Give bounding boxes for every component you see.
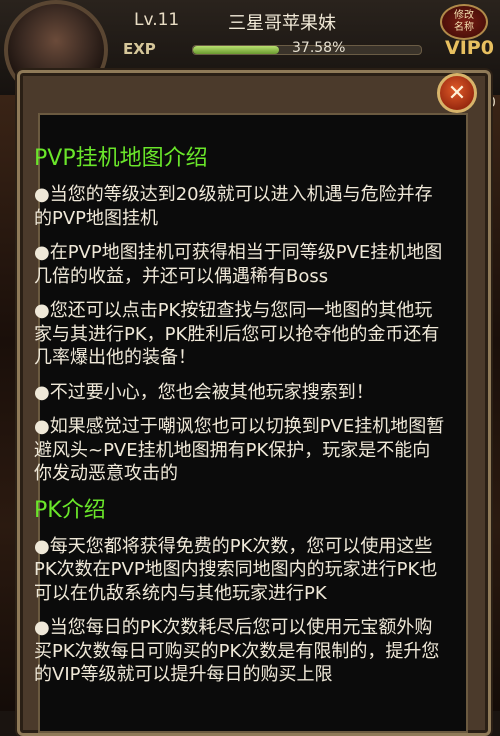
- list-item: ●如果感觉过于嘲讽您也可以切换到PVE挂机地图暂避风头~PVE挂机地图拥有PK保…: [34, 416, 445, 484]
- close-button[interactable]: ✕: [437, 73, 477, 113]
- player-name: 三星哥苹果妹: [228, 13, 336, 34]
- list-item: ●在PVP地图挂机可获得相当于同等级PVE挂机地图几倍的收益，并还可以偶遇稀有B…: [34, 242, 443, 287]
- close-icon: ✕: [447, 80, 467, 106]
- section-pvp: PVP挂机地图介绍 ●当您的等级达到20级就可以进入机遇与危险并存的PVP地图挂…: [34, 145, 454, 486]
- section-title: PK介绍: [34, 497, 106, 523]
- list-item: ●不过要小心，您也会被其他玩家搜索到！: [34, 381, 374, 403]
- list-item: ●当您每日的PK次数耗尽后您可以使用元宝额外购买PK次数每日可购买的PK次数是有…: [34, 617, 440, 685]
- exp-percent: 37.58%: [292, 40, 346, 56]
- rename-button-label: 修改 名称: [454, 10, 474, 33]
- section-pk: PK介绍 ●每天您都将获得免费的PK次数，您可以使用这些PK次数在PVP地图内搜…: [34, 497, 454, 687]
- vip-badge[interactable]: VIP0: [445, 37, 494, 59]
- list-item: ●您还可以点击PK按钮查找与您同一地图的其他玩家与其进行PK，PK胜利后您可以抢…: [34, 300, 440, 368]
- list-item: ●当您的等级达到20级就可以进入机遇与危险并存的PVP地图挂机: [34, 184, 433, 229]
- exp-label: EXP: [123, 40, 156, 58]
- player-level: Lv.11: [134, 10, 180, 30]
- rename-button[interactable]: 修改 名称: [440, 4, 488, 40]
- exp-bar-fill: [193, 46, 279, 54]
- list-item: ●每天您都将获得免费的PK次数，您可以使用这些PK次数在PVP地图内搜索同地图内…: [34, 535, 438, 604]
- section-title: PVP挂机地图介绍: [34, 146, 208, 171]
- help-content: PVP挂机地图介绍 ●当您的等级达到20级就可以进入机遇与危险并存的PVP地图挂…: [34, 145, 454, 698]
